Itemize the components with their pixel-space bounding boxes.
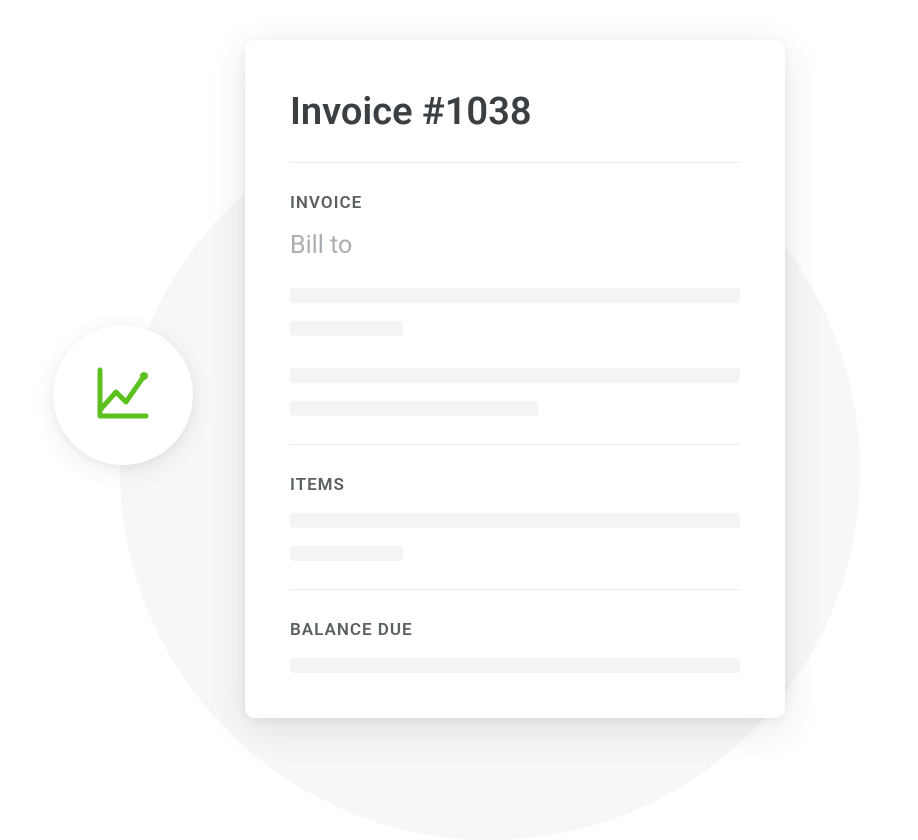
divider: [290, 589, 740, 590]
skeleton-line: [290, 368, 740, 383]
divider: [290, 162, 740, 163]
line-chart-icon: [88, 358, 158, 432]
skeleton-line: [290, 513, 740, 528]
chart-icon-badge: [53, 325, 193, 465]
invoice-card: Invoice #1038 INVOICE Bill to ITEMS BALA…: [245, 40, 785, 718]
skeleton-line: [290, 321, 403, 336]
items-section: ITEMS: [290, 475, 740, 561]
skeleton-placeholder: [290, 368, 740, 416]
skeleton-line: [290, 546, 403, 561]
bill-to-label: Bill to: [290, 231, 740, 260]
invoice-section: INVOICE Bill to: [290, 193, 740, 416]
skeleton-placeholder: [290, 288, 740, 336]
skeleton-line: [290, 658, 740, 673]
skeleton-line: [290, 288, 740, 303]
invoice-section-label: INVOICE: [290, 193, 740, 213]
skeleton-placeholder: [290, 513, 740, 561]
balance-section-label: BALANCE DUE: [290, 620, 740, 640]
items-section-label: ITEMS: [290, 475, 740, 495]
balance-section: BALANCE DUE: [290, 620, 740, 673]
divider: [290, 444, 740, 445]
skeleton-line: [290, 401, 538, 416]
invoice-title: Invoice #1038: [290, 90, 740, 134]
